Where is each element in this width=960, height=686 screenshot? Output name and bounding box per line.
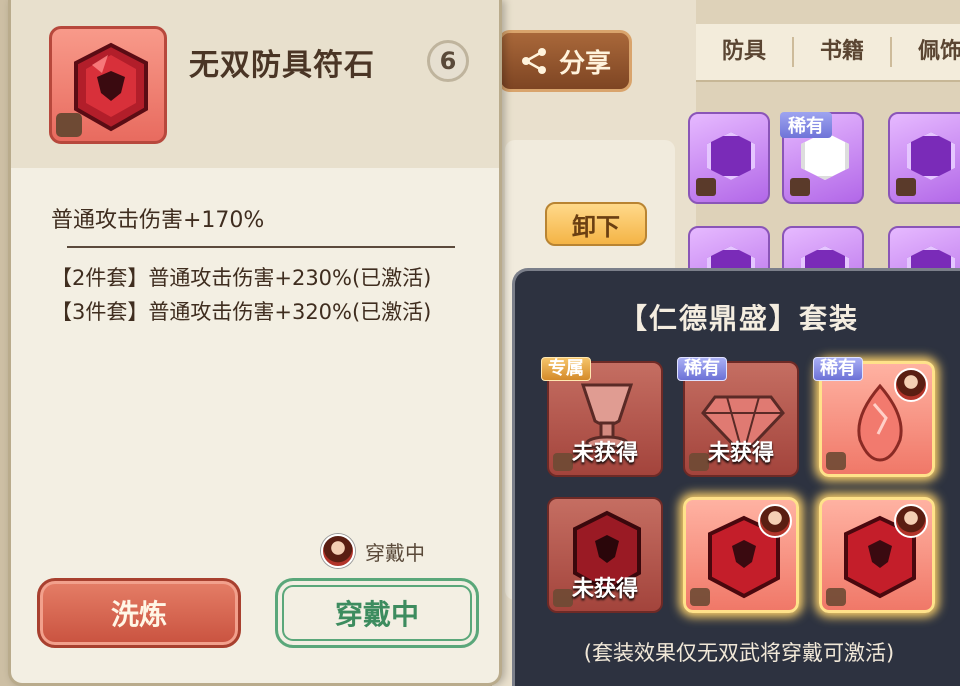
wearing-status-text: 穿戴中	[365, 540, 425, 565]
divider	[67, 246, 455, 248]
tab-armor[interactable]: 防具	[696, 37, 795, 67]
item-detail-panel: 无双防具符石 6 普通攻击伤害+170% 【2件套】普通攻击伤害+230%(已激…	[8, 0, 502, 686]
avatar-icon	[321, 534, 355, 568]
item-title: 无双防具符石	[189, 48, 375, 83]
share-button[interactable]: 分享	[498, 30, 632, 92]
rare-tag: 稀有	[677, 357, 727, 381]
set-card[interactable]	[819, 497, 935, 613]
card-caption: 未获得	[571, 441, 638, 466]
share-icon	[521, 48, 546, 74]
category-icon	[696, 178, 716, 196]
category-icon	[690, 588, 710, 606]
inventory-item[interactable]	[688, 112, 770, 204]
tab-accessories[interactable]: 佩饰	[892, 37, 960, 67]
gem-icon	[907, 132, 955, 180]
tab-books[interactable]: 书籍	[794, 37, 893, 67]
avatar-icon	[758, 504, 792, 538]
set-bonus-3: 【3件套】普通攻击伤害+320%(已激活)	[51, 300, 432, 324]
set-title: 【仁德鼎盛】套装	[618, 302, 859, 335]
sword-icon	[801, 132, 849, 180]
wearing-button[interactable]: 穿戴中	[275, 578, 479, 648]
book-icon	[896, 178, 916, 196]
set-card[interactable]: 未获得	[547, 497, 663, 613]
set-bonus-2: 【2件套】普通攻击伤害+230%(已激活)	[51, 266, 432, 290]
unload-button[interactable]: 卸下	[545, 202, 647, 246]
wearing-status: 穿戴中	[321, 534, 425, 568]
lock-level-icon[interactable]: 6	[427, 40, 469, 82]
main-stat: 普通攻击伤害+170%	[51, 208, 265, 233]
card-caption: 未获得	[707, 441, 774, 466]
category-icon	[826, 452, 846, 470]
avatar-icon	[894, 368, 928, 402]
category-icon	[826, 588, 846, 606]
set-note: (套装效果仅无双武将穿戴可激活)	[583, 641, 895, 665]
item-icon	[49, 26, 167, 144]
avatar-icon	[894, 504, 928, 538]
rare-tag: 稀有	[813, 357, 863, 381]
refine-button[interactable]: 洗炼	[37, 578, 241, 648]
gem-icon	[707, 132, 755, 180]
rarity-tag: 稀有	[780, 112, 832, 138]
exclusive-tag: 专属	[541, 357, 591, 381]
set-popup: 【仁德鼎盛】套装 未获得 专属 未获得 稀有 稀有 未获得 (套装效果仅无双武将…	[512, 268, 960, 686]
category-tabs: 防具 书籍 佩饰	[696, 24, 960, 82]
share-label: 分享	[558, 48, 611, 79]
book-icon	[790, 178, 810, 196]
set-card[interactable]	[683, 497, 799, 613]
armor-category-icon	[56, 113, 82, 137]
inventory-item[interactable]	[888, 112, 960, 204]
card-caption: 未获得	[571, 577, 638, 602]
